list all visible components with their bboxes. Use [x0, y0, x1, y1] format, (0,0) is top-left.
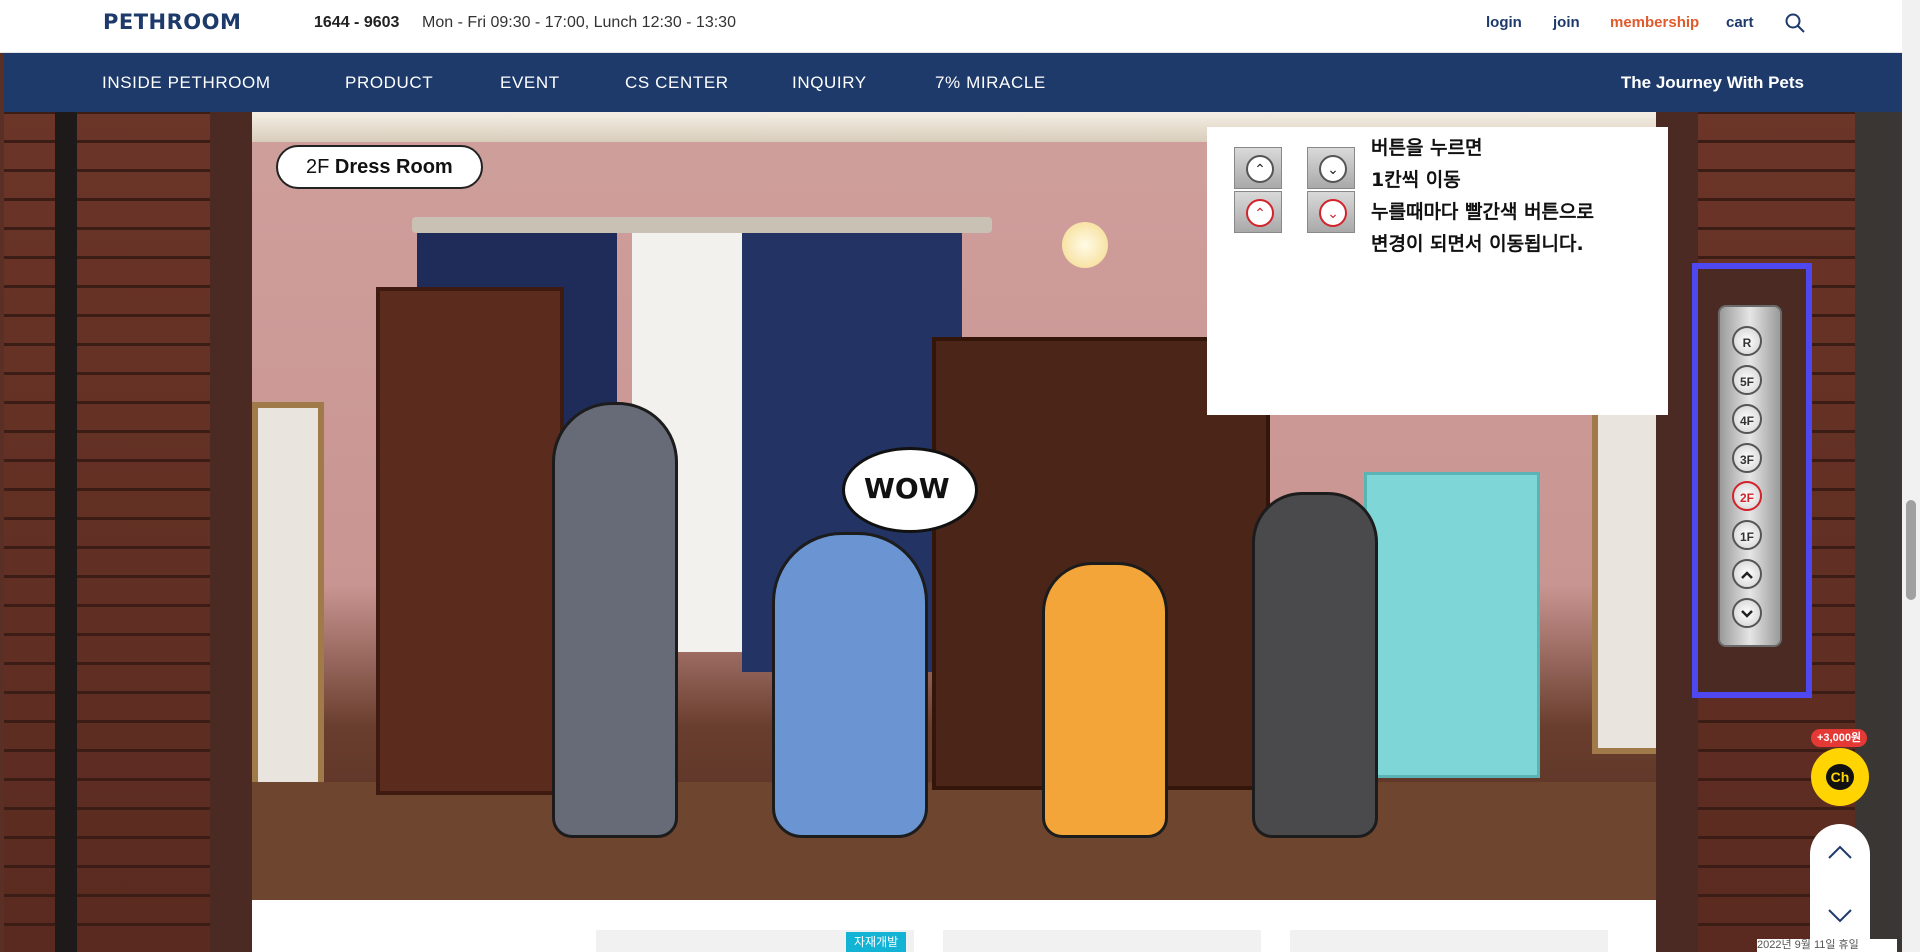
date-stub: 2022년 9월 11일 휴일	[1757, 939, 1897, 952]
room-floor-number: 2F	[306, 156, 335, 178]
floor-button-3f[interactable]: 3F	[1732, 443, 1762, 473]
product-card[interactable]	[1290, 930, 1608, 952]
floor-button-r[interactable]: R	[1732, 326, 1762, 356]
wardrobe-left	[376, 287, 564, 795]
building-edge	[1855, 112, 1902, 952]
scrollbar-thumb[interactable]	[1906, 500, 1916, 600]
card-tag: 자재개발	[846, 932, 907, 952]
floor-button-1f[interactable]: 1F	[1732, 520, 1762, 550]
black-cat-character	[1252, 492, 1378, 838]
nav-item-product[interactable]: PRODUCT	[345, 73, 433, 93]
drawer-chest	[1364, 472, 1540, 778]
top-bar: PETHROOM 1644 - 9603 Mon - Fri 09:30 - 1…	[0, 0, 1902, 53]
membership-link[interactable]: membership	[1610, 14, 1699, 31]
search-icon[interactable]	[1784, 12, 1806, 34]
chevron-down-icon	[1741, 610, 1753, 618]
cart-link[interactable]: cart	[1726, 14, 1754, 31]
nav-item-event[interactable]: EVENT	[500, 73, 560, 93]
product-card[interactable]	[943, 930, 1261, 952]
drain-pipe	[55, 112, 77, 952]
wooden-floor	[252, 782, 1656, 900]
sample-down-button: ⌄	[1307, 147, 1355, 189]
chevron-down-icon: ⌄	[1319, 199, 1347, 227]
login-link[interactable]: login	[1486, 14, 1522, 31]
grey-dog-character	[552, 402, 678, 838]
instruction-line-2: 1칸씩 이동	[1371, 169, 1461, 191]
mirror-left	[252, 402, 324, 794]
sample-up-button: ⌃	[1234, 147, 1282, 189]
chevron-up-icon: ⌃	[1246, 199, 1274, 227]
room-name: Dress Room	[334, 156, 453, 178]
blue-dog-character	[772, 532, 928, 838]
tagline: The Journey With Pets	[1620, 73, 1804, 92]
business-hours: Mon - Fri 09:30 - 17:00, Lunch 12:30 - 1…	[422, 14, 736, 31]
scroll-top-button[interactable]	[1821, 838, 1859, 868]
site-logo[interactable]: PETHROOM	[103, 10, 241, 34]
chevron-up-icon: ⌃	[1246, 155, 1274, 183]
reward-badge: +3,000원	[1811, 729, 1868, 747]
instruction-line-3: 누를때마다 빨간색 버튼으로	[1371, 201, 1594, 223]
channel-talk-icon: Ch	[1826, 764, 1854, 790]
main-nav: INSIDE PETHROOM PRODUCT EVENT CS CENTER …	[4, 53, 1902, 112]
curtain-rod	[412, 217, 992, 233]
floor-button-4f[interactable]: 4F	[1732, 404, 1762, 434]
mirror-right	[1592, 402, 1656, 754]
floor-button-2f[interactable]: 2F	[1732, 481, 1762, 511]
orange-cat-character	[1042, 562, 1168, 838]
phone-number: 1644 - 9603	[314, 14, 400, 31]
instruction-line-1: 버튼을 누르면	[1371, 137, 1483, 159]
channel-talk-button[interactable]: Ch	[1811, 748, 1869, 806]
elevator-up-button[interactable]	[1732, 559, 1762, 589]
page-scrollbar[interactable]	[1902, 0, 1920, 952]
instruction-panel: ⌃ ⌄ ⌃ ⌄ 버튼을 누르면 1칸씩 이동 누를때마다 빨간색 버튼으로 변경…	[1207, 127, 1668, 415]
room-floor-badge: 2F Dress Room	[276, 145, 483, 189]
elevator-panel	[1718, 305, 1782, 647]
sample-up-active-button: ⌃	[1234, 191, 1282, 233]
chevron-up-icon	[1741, 571, 1753, 579]
sample-down-active-button: ⌄	[1307, 191, 1355, 233]
floor-button-5f[interactable]: 5F	[1732, 365, 1762, 395]
instruction-line-4: 변경이 되면서 이동됩니다.	[1371, 233, 1584, 255]
join-link[interactable]: join	[1553, 14, 1580, 31]
frame-pillar-left	[210, 112, 252, 952]
speech-bubble-text: WOW	[864, 472, 950, 505]
nav-item-7-miracle[interactable]: 7% MIRACLE	[935, 73, 1046, 93]
scroll-bottom-button[interactable]	[1821, 900, 1859, 930]
chevron-down-icon: ⌄	[1319, 155, 1347, 183]
nav-item-inside-pethroom[interactable]: INSIDE PETHROOM	[102, 73, 271, 93]
elevator-down-button[interactable]	[1732, 598, 1762, 628]
wall-lamp	[1062, 222, 1108, 268]
nav-item-inquiry[interactable]: INQUIRY	[792, 73, 867, 93]
nav-item-cs-center[interactable]: CS CENTER	[625, 73, 729, 93]
